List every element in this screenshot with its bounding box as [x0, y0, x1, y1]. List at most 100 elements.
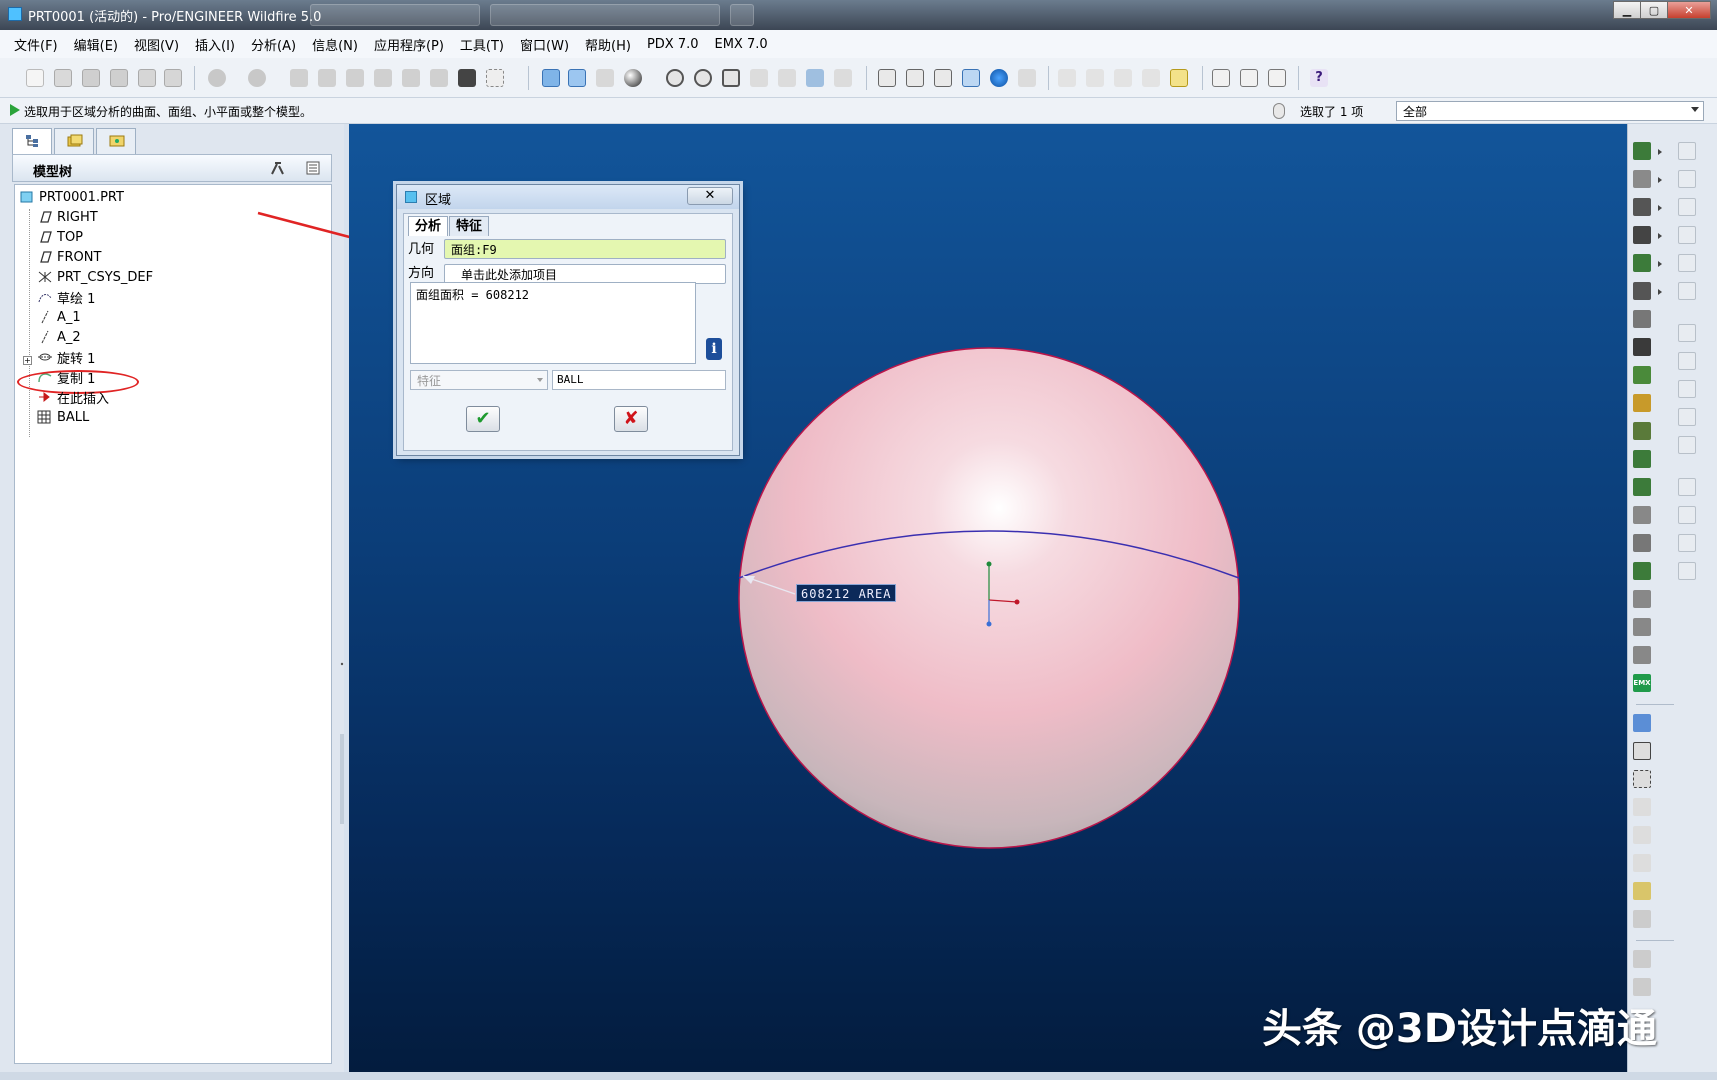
rib-icon[interactable] [1633, 254, 1651, 272]
menu-view[interactable]: 视图(V) [134, 35, 179, 54]
repaint-icon[interactable] [542, 69, 560, 87]
display-style-icon[interactable] [1018, 69, 1036, 87]
hole-icon[interactable] [1633, 198, 1651, 216]
regenerate-icon[interactable] [402, 69, 420, 87]
spin-center-icon[interactable] [568, 69, 586, 87]
panel-splitter[interactable] [340, 624, 344, 824]
activate-window-icon[interactable] [1240, 69, 1258, 87]
tree-item-csys[interactable]: PRT_CSYS_DEF [37, 267, 153, 287]
menu-applications[interactable]: 应用程序(P) [374, 35, 444, 54]
chevron-right-icon[interactable] [1658, 149, 1662, 155]
menu-analysis[interactable]: 分析(A) [251, 35, 296, 54]
csys-tool-icon[interactable] [1633, 854, 1651, 872]
refit-icon[interactable] [722, 69, 740, 87]
tree-item-axis-2[interactable]: A_2 [37, 327, 81, 347]
menu-pdx[interactable]: PDX 7.0 [647, 37, 699, 52]
menu-tools[interactable]: 工具(T) [460, 35, 504, 54]
analysis-tool-icon[interactable] [1633, 882, 1651, 900]
regen-manager-icon[interactable] [430, 69, 448, 87]
tree-item-top[interactable]: TOP [37, 227, 83, 247]
chevron-right-icon[interactable] [1658, 177, 1662, 183]
tree-item-insert-here[interactable]: 在此插入 [37, 387, 109, 407]
feature-name-input[interactable]: BALL [552, 370, 726, 390]
tree-item-front[interactable]: FRONT [37, 247, 101, 267]
tab-analysis[interactable]: 分析 [408, 216, 449, 236]
analysis-type-select[interactable]: 特征 [410, 370, 548, 390]
enhanced-realism-icon[interactable] [990, 69, 1008, 87]
thicken-icon[interactable] [1633, 562, 1651, 580]
shading-sphere-icon[interactable] [624, 69, 642, 87]
open-folder-icon[interactable] [54, 69, 72, 87]
menu-edit[interactable]: 编辑(E) [74, 35, 118, 54]
draft-icon[interactable] [1633, 282, 1651, 300]
menu-info[interactable]: 信息(N) [312, 35, 358, 54]
send-link-icon[interactable] [164, 69, 182, 87]
info-icon[interactable]: i [706, 338, 722, 360]
pattern-icon[interactable] [1633, 422, 1651, 440]
find-binoculars-icon[interactable] [458, 69, 476, 87]
emx-icon[interactable]: EMX [1633, 674, 1651, 692]
chevron-right-icon[interactable] [1658, 205, 1662, 211]
datum-plane-display-icon[interactable] [1058, 69, 1076, 87]
context-help-icon[interactable]: ? [1310, 69, 1328, 87]
offset-icon[interactable] [1633, 534, 1651, 552]
print-icon[interactable] [110, 69, 128, 87]
tree-item-axis-1[interactable]: A_1 [37, 307, 81, 327]
layers-icon[interactable] [806, 69, 824, 87]
menu-window[interactable]: 窗口(W) [520, 35, 569, 54]
tree-item-ball[interactable]: BALL [37, 407, 89, 427]
new-file-icon[interactable] [26, 69, 44, 87]
solidify-icon[interactable] [1633, 590, 1651, 608]
datum-curve-icon[interactable] [1633, 798, 1651, 816]
save-icon[interactable] [82, 69, 100, 87]
menu-insert[interactable]: 插入(I) [195, 35, 235, 54]
minimize-icon[interactable]: ▁ [1613, 1, 1641, 19]
datum-point-tool-icon[interactable] [1633, 826, 1651, 844]
annotation-tool-icon[interactable] [1633, 978, 1651, 996]
reorient-icon[interactable] [750, 69, 768, 87]
expand-toggle[interactable]: + [23, 356, 32, 365]
datum-point-display-icon[interactable] [1114, 69, 1132, 87]
shading-icon[interactable] [962, 69, 980, 87]
tab-folder-browser[interactable] [54, 128, 94, 154]
menu-help[interactable]: 帮助(H) [585, 35, 631, 54]
project-icon[interactable] [1633, 646, 1651, 664]
chevron-right-icon[interactable] [1658, 289, 1662, 295]
wireframe-icon[interactable] [878, 69, 896, 87]
geometry-collector[interactable]: 面组:F9 [444, 239, 726, 259]
copy-icon[interactable] [318, 69, 336, 87]
window-icon[interactable] [1212, 69, 1230, 87]
show-list-icon[interactable] [305, 160, 323, 176]
zoom-out-icon[interactable] [694, 69, 712, 87]
dialog-close-button[interactable]: ✕ [687, 187, 733, 205]
shell-icon[interactable] [1633, 226, 1651, 244]
redo-icon[interactable] [248, 69, 266, 87]
paste-icon[interactable] [346, 69, 364, 87]
tree-item-part[interactable]: PRT0001.PRT [19, 187, 124, 207]
sweep-icon[interactable] [1633, 366, 1651, 384]
datum-plane-tool-icon[interactable] [1633, 742, 1651, 760]
annotation-display-icon[interactable] [1170, 69, 1188, 87]
settings-tools-icon[interactable] [269, 160, 287, 176]
orient-mode-icon[interactable] [596, 69, 614, 87]
merge-icon[interactable] [1633, 478, 1651, 496]
tree-item-sketch[interactable]: 草绘 1 [37, 287, 95, 307]
view-manager-icon[interactable] [834, 69, 852, 87]
blend-icon[interactable] [1633, 394, 1651, 412]
datum-axis-tool-icon[interactable] [1633, 770, 1651, 788]
menu-file[interactable]: 文件(F) [14, 35, 58, 54]
paste-special-icon[interactable] [374, 69, 392, 87]
select-box-icon[interactable] [486, 69, 504, 87]
chevron-right-icon[interactable] [1658, 261, 1662, 267]
tab-feature[interactable]: 特征 [449, 216, 490, 236]
saved-views-icon[interactable] [778, 69, 796, 87]
send-mail-icon[interactable] [138, 69, 156, 87]
tree-item-revolve[interactable]: 旋转 1 [37, 347, 95, 367]
zoom-in-icon[interactable] [666, 69, 684, 87]
close-window-tool-icon[interactable] [1268, 69, 1286, 87]
chevron-right-icon[interactable] [1658, 233, 1662, 239]
view-tool-icon[interactable] [1633, 950, 1651, 968]
trim-icon[interactable] [1633, 506, 1651, 524]
csys-display-icon[interactable] [1142, 69, 1160, 87]
tab-model-tree[interactable] [12, 128, 52, 154]
